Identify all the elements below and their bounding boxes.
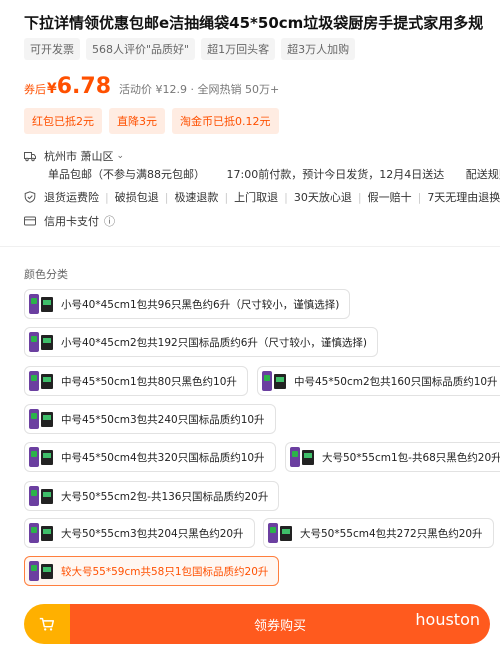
sku-option-label: 小号40*45cm2包共192只国标品质约6升（尺寸较小，谨慎选择) [61, 336, 367, 349]
shield-icon [24, 191, 36, 203]
coupon-red-packet[interactable]: 红包已抵2元 [24, 108, 102, 134]
service-item: 假一赔十 [367, 191, 412, 204]
sku-option[interactable]: 大号50*55cm2包-共136只国标品质约20升 [24, 481, 280, 511]
divider: | [164, 190, 169, 204]
sku-option-label: 中号45*50cm4包共320只国标品质约10升 [61, 451, 265, 464]
price-prefix: 券后 [24, 83, 46, 96]
sku-option[interactable]: 大号50*55cm4包共272只黑色约20升 [263, 518, 494, 548]
buy-with-coupon-button[interactable]: 领券购买 houston [70, 604, 490, 644]
sku-option-label: 小号40*45cm1包共96只黑色约6升（尺寸较小，谨慎选择) [61, 298, 340, 311]
divider: | [224, 190, 229, 204]
cart-icon [39, 617, 55, 631]
divider: | [357, 190, 362, 204]
sku-option[interactable]: 小号40*45cm1包共96只黑色约6升（尺寸较小，谨慎选择) [24, 289, 351, 319]
service-item: 30天放心退 [293, 191, 352, 204]
service-item: 破损包退 [114, 191, 159, 204]
sku-option[interactable]: 中号45*50cm2包共160只国标品质约10升 [257, 366, 500, 396]
sku-thumbnail [288, 445, 316, 469]
sku-thumbnail [27, 369, 55, 393]
price-currency: ¥ [47, 81, 57, 97]
section-divider [0, 246, 500, 247]
service-item: 上门取退 [234, 191, 279, 204]
price-amount: 6.78 [56, 74, 112, 99]
divider: | [417, 190, 422, 204]
service-item: 7天无理由退换... [427, 191, 500, 204]
price-note: 活动价 ¥12.9 · 全网热销 50万+ [119, 83, 280, 96]
shipping-details: 单品包邮（不参与满88元包邮） 17:00前付款，预计今日发货，12月4日送达 … [48, 166, 500, 182]
sku-option[interactable]: 大号50*55cm3包共204只黑色约20升 [24, 518, 255, 548]
tag-repeat-buyers[interactable]: 超1万回头客 [201, 38, 276, 60]
sku-thumbnail [27, 445, 55, 469]
sku-option[interactable]: 大号50*55cm1包-共68只黑色约20升 [285, 442, 500, 472]
credit-card-icon [24, 216, 36, 226]
sku-option-label: 大号50*55cm3包共204只黑色约20升 [61, 527, 244, 540]
sku-option-label: 大号50*55cm1包-共68只黑色约20升 [322, 451, 500, 464]
sku-thumbnail [260, 369, 288, 393]
sku-thumbnail [27, 559, 55, 583]
tag-reviews[interactable]: 568人评价"品质好" [86, 38, 196, 60]
service-item: 极速退款 [174, 191, 219, 204]
price-row: 券后 ¥ 6.78 活动价 ¥12.9 · 全网热销 50万+ [24, 74, 279, 99]
tag-invoice[interactable]: 可开发票 [24, 38, 80, 60]
info-icon[interactable]: ⓘ [104, 213, 115, 229]
sku-option-selected[interactable]: 较大号55*59cm共58只1包国标品质约20升 [24, 556, 280, 586]
sku-option-label: 大号50*55cm2包-共136只国标品质约20升 [61, 490, 269, 503]
divider: | [284, 190, 288, 204]
add-to-cart-button[interactable] [24, 604, 70, 644]
buy-button-label: 领券购买 [253, 618, 306, 634]
bottom-action-bar: 领券购买 houston [24, 604, 490, 644]
sku-thumbnail [27, 484, 55, 508]
coupon-list: 红包已抵2元 直降3元 淘金币已抵0.12元 [24, 108, 279, 134]
sku-thumbnail [266, 521, 294, 545]
payment-row[interactable]: 信用卡支付 ⓘ [24, 213, 115, 229]
service-guarantees[interactable]: 退货运费险 | 破损包退 | 极速退款 | 上门取退 | 30天放心退 | 假一赔十 | 7… [24, 189, 500, 205]
sku-option-label: 中号45*50cm3包共240只国标品质约10升 [61, 413, 265, 426]
sku-option-label: 大号50*55cm4包共272只黑色约20升 [300, 527, 483, 540]
shipping-freight: 单品包邮（不参与满88元包邮） [48, 168, 205, 181]
watermark-text: houston [415, 610, 480, 629]
coupon-coins[interactable]: 淘金币已抵0.12元 [172, 108, 279, 134]
coupon-discount[interactable]: 直降3元 [109, 108, 165, 134]
truck-icon [24, 152, 36, 162]
sku-option[interactable]: 中号45*50cm4包共320只国标品质约10升 [24, 442, 276, 472]
product-tags: 可开发票 568人评价"品质好" 超1万回头客 超3万人加购 [24, 38, 356, 60]
sku-option-label: 较大号55*59cm共58只1包国标品质约20升 [61, 565, 269, 578]
sku-option-label: 中号45*50cm2包共160只国标品质约10升 [294, 375, 498, 388]
service-item: 退货运费险 [44, 191, 99, 204]
shipping-rules-link[interactable]: 配送规则 [466, 168, 500, 181]
payment-label: 信用卡支付 [44, 215, 99, 228]
divider: | [105, 190, 109, 204]
sku-thumbnail [27, 407, 55, 431]
shipping-delivery: 17:00前付款，预计今日发货，12月4日送达 [226, 168, 445, 181]
sku-thumbnail [27, 292, 55, 316]
shipping-location[interactable]: 杭州市 萧山区 [44, 148, 114, 164]
product-title: 下拉详情领优惠包邮e洁抽绳袋45*50cm垃圾袋厨房手提式家用多规 [24, 14, 484, 32]
sku-option[interactable]: 小号40*45cm2包共192只国标品质约6升（尺寸较小，谨慎选择) [24, 327, 378, 357]
shipping-location-row[interactable]: 杭州市 萧山区 ⌄ [24, 148, 124, 164]
sku-option-label: 中号45*50cm1包共80只黑色约10升 [61, 375, 237, 388]
sku-thumbnail [27, 330, 55, 354]
sku-option[interactable]: 中号45*50cm1包共80只黑色约10升 [24, 366, 248, 396]
tag-cart-adds[interactable]: 超3万人加购 [281, 38, 356, 60]
color-category-label: 颜色分类 [24, 268, 68, 281]
sku-option[interactable]: 中号45*50cm3包共240只国标品质约10升 [24, 404, 276, 434]
chevron-down-icon[interactable]: ⌄ [117, 151, 125, 161]
sku-thumbnail [27, 521, 55, 545]
